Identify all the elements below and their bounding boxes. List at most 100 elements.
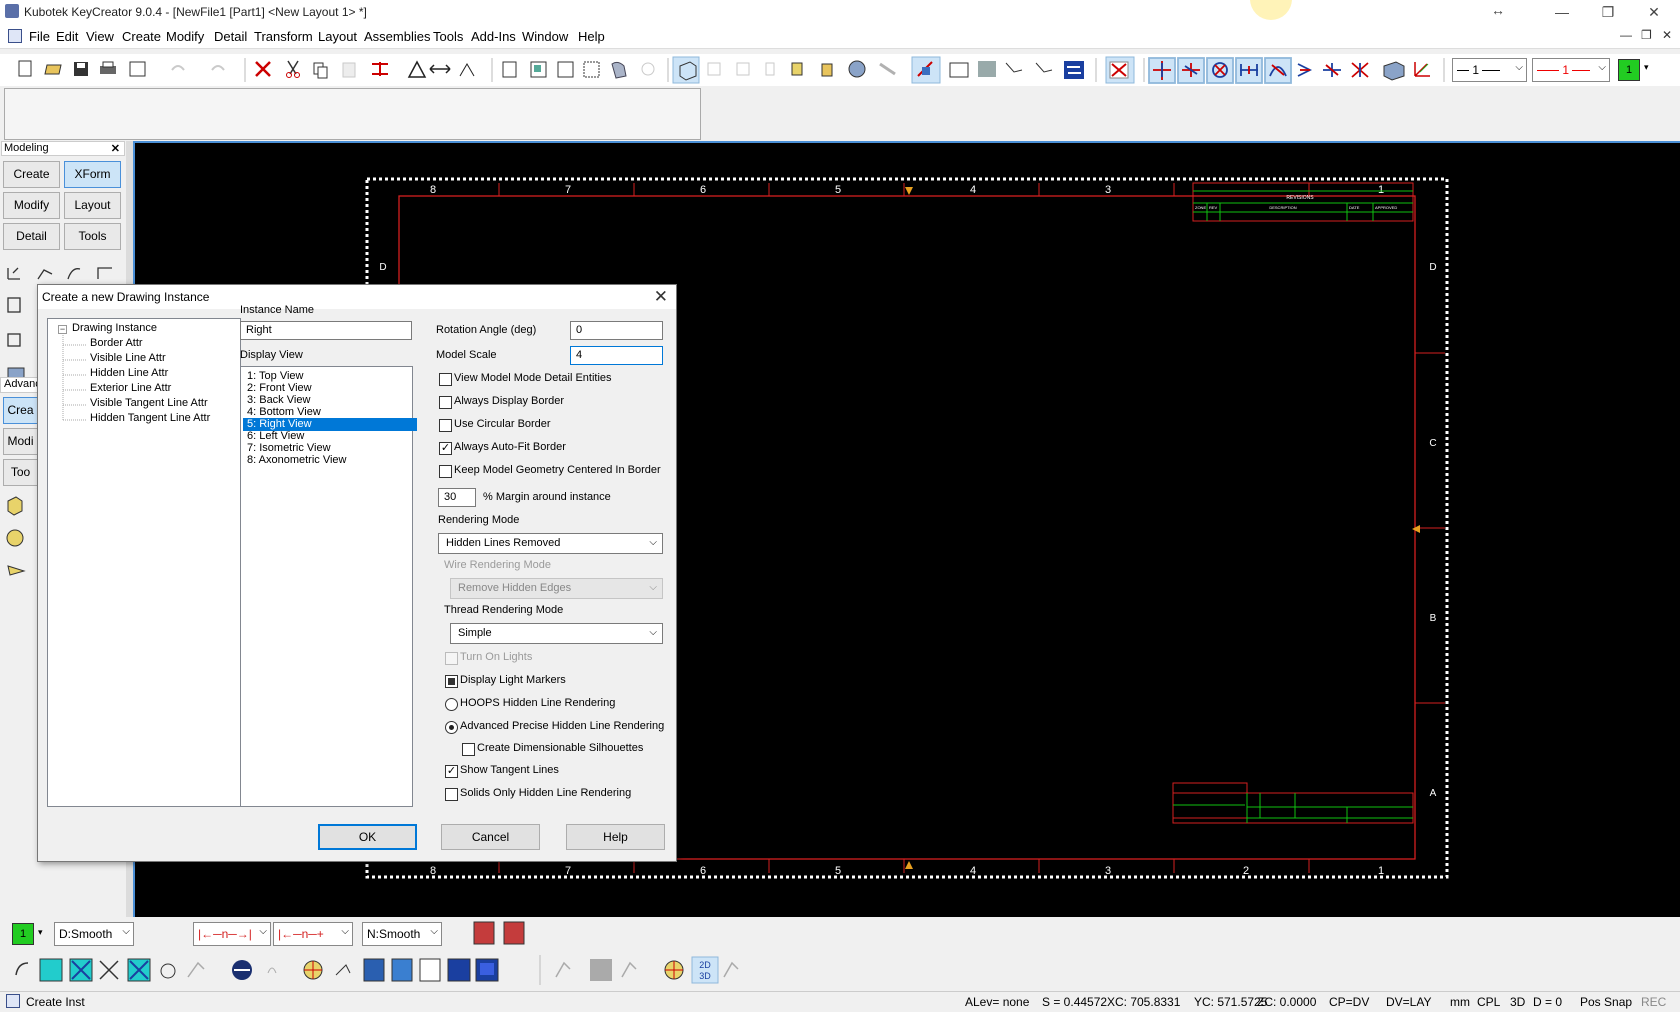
menu-bar: File Edit View Create Modify Detail Tran… <box>0 24 1680 49</box>
document-icon[interactable] <box>8 29 22 43</box>
tools-tab-button[interactable]: Tools <box>64 223 121 250</box>
menu-file[interactable]: File <box>29 29 50 44</box>
lock-icon <box>821 63 833 77</box>
help-button[interactable]: Help <box>566 824 665 850</box>
view-model-mode-checkbox[interactable] <box>439 373 452 386</box>
dialog-close-button[interactable]: ✕ <box>654 287 668 307</box>
view-model-mode-label: View Model Mode Detail Entities <box>454 372 612 384</box>
export-icon <box>129 61 146 77</box>
mdi-close-button[interactable]: ✕ <box>1662 28 1672 42</box>
model-scale-label: Model Scale <box>436 349 497 361</box>
blue-tool-icon-2 <box>391 958 413 982</box>
model-scale-input[interactable]: 4 <box>570 346 663 365</box>
wire-rendering-select[interactable]: Remove Hidden Edges ⌵ <box>450 578 663 599</box>
chevron-down-icon[interactable]: ▾ <box>1644 62 1649 73</box>
line-color-combo[interactable]: 1 ⌵ <box>1532 58 1610 82</box>
col-label: 6 <box>700 865 706 877</box>
menu-layout[interactable]: Layout <box>318 29 357 44</box>
status-rec[interactable]: REC <box>1641 995 1666 1009</box>
modeling-panel-header: Modeling ✕ <box>1 141 125 156</box>
color-swatch[interactable]: 1 <box>1618 59 1640 81</box>
menu-create[interactable]: Create <box>122 29 161 44</box>
always-auto-fit-checkbox[interactable]: ✓ <box>439 442 452 455</box>
show-tangent-checkbox[interactable]: ✓ <box>445 765 458 778</box>
status-alev: ALev= none <box>965 995 1030 1009</box>
status-depth[interactable]: D = 0 <box>1533 995 1562 1009</box>
paste-icon <box>342 62 356 78</box>
instance-name-input[interactable]: Right <box>240 321 412 340</box>
col-label: 4 <box>970 184 976 196</box>
turn-on-lights-checkbox[interactable] <box>445 652 458 665</box>
advanced-tool-icons <box>6 496 26 576</box>
layout-tab-button[interactable]: Layout <box>64 192 121 219</box>
xform-tab-button[interactable]: XForm <box>64 161 121 188</box>
create-tab-button[interactable]: Create <box>3 161 60 188</box>
scale-icon <box>459 63 475 77</box>
create-dimensionable-checkbox[interactable] <box>462 743 475 756</box>
advanced-modify-button[interactable]: Modi <box>3 428 38 455</box>
use-circular-border-checkbox[interactable] <box>439 419 452 432</box>
menu-addins[interactable]: Add-Ins <box>471 29 516 44</box>
cancel-button[interactable]: Cancel <box>441 824 540 850</box>
mdi-restore-button[interactable]: ❐ <box>1641 28 1652 42</box>
wire-rendering-value: Remove Hidden Edges <box>458 582 572 594</box>
use-circular-border-label: Use Circular Border <box>454 418 551 430</box>
tree-item-visible-tangent-line-attr[interactable]: Visible Tangent Line Attr <box>90 397 208 409</box>
rendering-mode-value: Hidden Lines Removed <box>446 537 561 549</box>
status-units[interactable]: mm <box>1450 995 1470 1009</box>
menu-detail[interactable]: Detail <box>214 29 247 44</box>
vue-disabled-icon <box>590 959 612 981</box>
display-view-list[interactable]: 1: Top View 2: Front View 3: Back View 4… <box>240 366 417 807</box>
line-style-combo[interactable]: 1 ⌵ <box>1452 58 1527 82</box>
show-tangent-label: Show Tangent Lines <box>460 764 559 776</box>
margin-input[interactable]: 30 <box>438 488 476 507</box>
menu-modify[interactable]: Modify <box>166 29 204 44</box>
redo-icon <box>211 65 225 71</box>
minimize-button[interactable]: — <box>1542 2 1582 22</box>
always-display-border-checkbox[interactable] <box>439 396 452 409</box>
save-icon <box>74 62 88 76</box>
menu-view[interactable]: View <box>86 29 114 44</box>
rendering-mode-select[interactable]: Hidden Lines Removed ⌵ <box>438 533 663 554</box>
status-cpl[interactable]: CPL <box>1477 995 1500 1009</box>
keep-centered-checkbox[interactable] <box>439 465 452 478</box>
rotation-angle-input[interactable]: 0 <box>570 321 663 340</box>
menu-help[interactable]: Help <box>578 29 605 44</box>
advanced-precise-radio[interactable] <box>445 721 458 734</box>
display-light-markers-checkbox[interactable] <box>445 675 458 688</box>
row-label: D <box>379 262 386 273</box>
undo-icon <box>171 65 185 71</box>
svg-text:ZONE: ZONE <box>1195 205 1206 210</box>
close-icon[interactable]: ✕ <box>111 142 120 155</box>
create-drawing-instance-dialog: Create a new Drawing Instance ✕ − Drawin… <box>37 284 677 862</box>
modify-tab-button[interactable]: Modify <box>3 192 60 219</box>
menu-transform[interactable]: Transform <box>254 29 313 44</box>
advanced-create-button[interactable]: Crea <box>3 397 38 424</box>
status-mode[interactable]: 3D <box>1510 995 1525 1009</box>
advanced-tools-button[interactable]: Too <box>3 459 38 486</box>
view-list-item[interactable]: 8: Axonometric View <box>243 454 417 467</box>
detail-tab-button[interactable]: Detail <box>3 223 60 250</box>
snap-none-icon <box>1109 61 1129 79</box>
status-snap[interactable]: Pos Snap <box>1580 995 1632 1009</box>
status-cp[interactable]: CP=DV <box>1329 995 1369 1009</box>
menu-tools[interactable]: Tools <box>433 29 463 44</box>
status-dv[interactable]: DV=LAY <box>1386 995 1431 1009</box>
col-label: 4 <box>970 865 976 877</box>
chevron-down-icon: ⌵ <box>1515 62 1523 73</box>
tree-item-hidden-tangent-line-attr[interactable]: Hidden Tangent Line Attr <box>90 412 210 424</box>
keep-centered-label: Keep Model Geometry Centered In Border <box>454 464 661 476</box>
menu-edit[interactable]: Edit <box>56 29 78 44</box>
ok-button[interactable]: OK <box>318 824 417 850</box>
solids-only-checkbox[interactable] <box>445 788 458 801</box>
zoom-window-icon <box>530 61 547 78</box>
hoops-hidden-radio[interactable] <box>445 698 458 711</box>
close-button[interactable]: ✕ <box>1634 2 1674 22</box>
cross-icon <box>99 960 119 980</box>
restore-button[interactable]: ❐ <box>1588 2 1628 22</box>
menu-window[interactable]: Window <box>522 29 568 44</box>
tree-item-exterior-line-attr[interactable]: Exterior Line Attr <box>90 382 171 394</box>
thread-rendering-select[interactable]: Simple ⌵ <box>450 623 663 644</box>
menu-assemblies[interactable]: Assemblies <box>364 29 430 44</box>
mdi-minimize-button[interactable]: — <box>1620 28 1632 42</box>
